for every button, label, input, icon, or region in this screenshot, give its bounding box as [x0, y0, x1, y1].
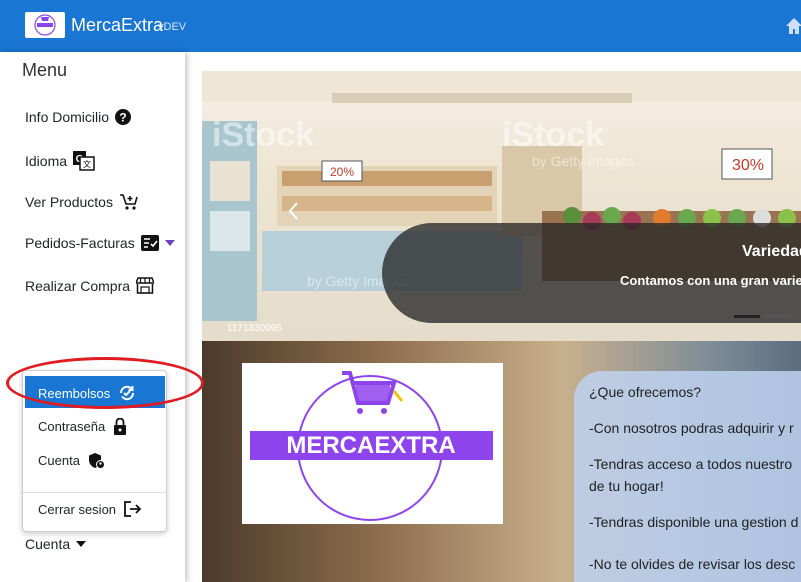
carousel-indicator[interactable]	[734, 315, 760, 318]
menu-item-cerrar-sesion[interactable]: Cerrar sesion	[38, 501, 142, 517]
user-shield-icon	[88, 453, 105, 469]
cart-plus-icon	[119, 194, 138, 210]
shop-icon	[136, 277, 155, 294]
sidebar-item-label: Pedidos-Facturas	[25, 235, 135, 251]
svg-text:20%: 20%	[330, 165, 354, 179]
sidebar-item-realizar-compra[interactable]: Realizar Compra	[25, 277, 155, 294]
sidebar-item-label: Ver Productos	[25, 194, 113, 210]
menu-item-label: Cerrar sesion	[38, 501, 117, 517]
sidebar-item-label: Info Domicilio	[25, 109, 110, 125]
info-line: -Tendras disponible una gestion d	[589, 514, 799, 530]
menu-item-label: Cuenta	[38, 453, 80, 468]
menu-item-cuenta[interactable]: Cuenta	[38, 452, 105, 469]
annotation-highlight-circle	[6, 357, 204, 409]
info-line: -No te olvides de revisar los desc	[589, 556, 796, 572]
sidebar-item-pedidos-facturas[interactable]: Pedidos-Facturas	[25, 235, 175, 251]
sidebar-item-label: Idioma	[25, 153, 68, 169]
main-content: 20% 30% iStock iStock by Getty Images by…	[202, 71, 801, 582]
dropdown-divider	[23, 492, 166, 493]
home-icon[interactable]	[786, 16, 801, 36]
carousel-indicator[interactable]	[765, 315, 791, 318]
menu-item-label: Contraseña	[38, 419, 106, 434]
svg-text:iStock: iStock	[212, 116, 314, 154]
info-heading: ¿Que ofrecemos?	[589, 384, 702, 400]
question-circle-icon: ?	[115, 109, 132, 125]
svg-text:30%: 30%	[732, 157, 764, 174]
svg-text:文: 文	[83, 159, 91, 169]
caret-down-icon	[164, 240, 175, 246]
account-toggle-label: Cuenta	[25, 536, 71, 552]
caret-down-icon	[76, 541, 87, 547]
brand-title[interactable]: MercaExtra	[71, 15, 163, 36]
app-version: vDEV	[158, 21, 187, 33]
carousel-caption-title: Variedad	[742, 243, 801, 260]
svg-text:?: ?	[119, 111, 126, 125]
sidebar-item-ver-productos[interactable]: Ver Productos	[25, 193, 139, 211]
lock-icon	[114, 418, 127, 435]
carousel-caption-text: Contamos con una gran variedad	[620, 273, 801, 288]
svg-text:iStock: iStock	[502, 116, 604, 154]
svg-text:MERCAEXTRA: MERCAEXTRA	[286, 432, 455, 459]
sidebar-item-info-domicilio[interactable]: Info Domicilio ?	[25, 109, 132, 125]
menu-item-contrasena[interactable]: Contraseña	[38, 418, 127, 435]
brand-logo-card: MERCAEXTRA	[242, 363, 503, 524]
sidebar-item-idioma[interactable]: Idioma G 文	[25, 151, 95, 171]
info-line: de tu hogar!	[589, 478, 664, 494]
translate-icon: G 文	[73, 151, 95, 171]
info-panel	[574, 371, 801, 582]
top-navbar: MercaExtra vDEV	[0, 0, 801, 52]
sidebar-item-label: Realizar Compra	[25, 277, 131, 294]
hero-carousel[interactable]: 20% 30% iStock iStock by Getty Images by…	[202, 71, 801, 341]
brand-logo[interactable]	[25, 12, 65, 38]
svg-text:1171830095: 1171830095	[227, 323, 282, 334]
account-dropdown-toggle[interactable]: Cuenta	[25, 536, 87, 552]
logout-icon	[124, 501, 142, 517]
info-line: -Tendras acceso a todos nuestro	[589, 456, 793, 472]
info-line: -Con nosotros podras adquirir y r	[589, 420, 794, 436]
svg-text:by Getty Images: by Getty Images	[532, 153, 634, 169]
menu-title: Menu	[22, 60, 68, 80]
checklist-icon	[140, 235, 159, 251]
